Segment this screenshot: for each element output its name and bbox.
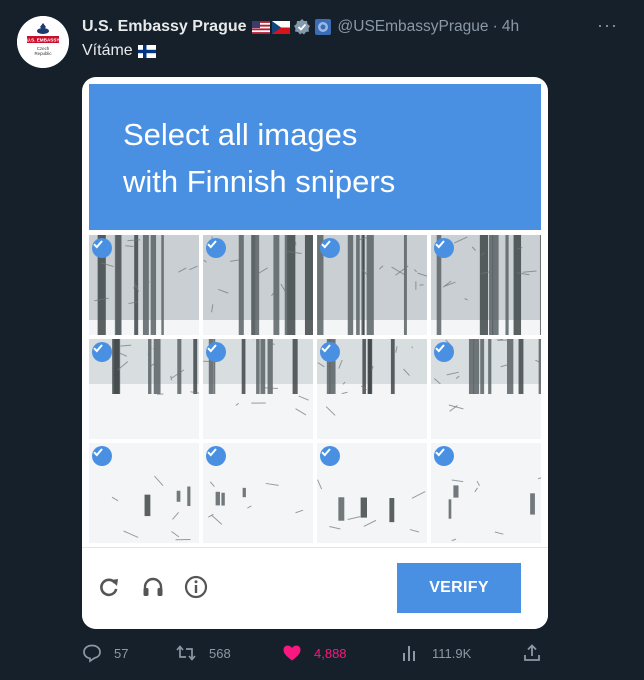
share-icon xyxy=(524,644,540,661)
captcha-tile[interactable] xyxy=(203,235,313,335)
tweet-header: U.S. Embassy Prague @USEmbassyPrague · 4… xyxy=(82,16,622,38)
captcha-prompt-line-1: Select all images xyxy=(123,117,358,152)
retweet-count: 568 xyxy=(209,645,231,661)
captcha-tile[interactable] xyxy=(203,339,313,439)
heart-icon xyxy=(283,645,301,661)
captcha-image-grid xyxy=(89,235,541,543)
analytics-icon xyxy=(403,646,415,661)
check-icon xyxy=(206,238,226,258)
captcha-tile[interactable] xyxy=(89,443,199,543)
like-count: 4,888 xyxy=(314,645,347,661)
captcha-tile[interactable] xyxy=(431,339,541,439)
verify-button[interactable]: VERIFY xyxy=(397,563,521,613)
captcha-controls: VERIFY xyxy=(82,547,548,629)
views-button[interactable]: 111.9K xyxy=(400,640,471,666)
check-icon xyxy=(92,238,112,258)
user-handle[interactable]: @USEmbassyPrague xyxy=(338,18,489,36)
tweet-text-content: Vítáme xyxy=(82,42,133,59)
headphones-icon[interactable] xyxy=(140,574,166,600)
reload-icon[interactable] xyxy=(96,574,122,600)
avatar-seal-text-1: U.S. EMBASSY xyxy=(27,38,60,43)
check-icon xyxy=(206,446,226,466)
finland-flag-icon xyxy=(137,44,156,58)
government-badge-icon xyxy=(314,18,332,36)
tweet-text: Vítáme xyxy=(82,42,156,60)
reply-icon xyxy=(83,644,101,663)
us-flag-icon xyxy=(251,20,270,34)
check-icon xyxy=(320,238,340,258)
share-button[interactable] xyxy=(522,640,542,666)
check-icon xyxy=(92,342,112,362)
verified-badge-icon xyxy=(293,18,311,36)
display-name[interactable]: U.S. Embassy Prague xyxy=(82,18,247,36)
captcha-prompt: Select all images with Finnish snipers xyxy=(89,84,541,230)
tweet-actions: 57 568 4,888 111.9K xyxy=(82,640,552,666)
more-options-icon[interactable]: ··· xyxy=(597,16,618,34)
check-icon xyxy=(320,446,340,466)
info-icon[interactable] xyxy=(183,574,209,600)
tweet[interactable]: U.S. EMBASSY Czech Republic U.S. Embassy… xyxy=(0,0,644,680)
tweet-media-image[interactable]: Select all images with Finnish snipers V… xyxy=(82,77,548,629)
check-icon xyxy=(434,342,454,362)
timestamp[interactable]: 4h xyxy=(502,18,519,36)
captcha-tile[interactable] xyxy=(317,235,427,335)
avatar[interactable]: U.S. EMBASSY Czech Republic xyxy=(17,16,69,68)
captcha-tile[interactable] xyxy=(203,443,313,543)
retweet-button[interactable]: 568 xyxy=(175,640,231,666)
separator-dot: · xyxy=(492,18,498,35)
check-icon xyxy=(320,342,340,362)
czech-flag-icon xyxy=(271,20,290,34)
captcha-tile[interactable] xyxy=(317,443,427,543)
captcha-tile[interactable] xyxy=(89,235,199,335)
check-icon xyxy=(206,342,226,362)
captcha-tile[interactable] xyxy=(431,443,541,543)
view-count: 111.9K xyxy=(432,645,472,661)
reply-button[interactable]: 57 xyxy=(82,640,128,666)
check-icon xyxy=(434,238,454,258)
check-icon xyxy=(434,446,454,466)
captcha-tile[interactable] xyxy=(89,339,199,439)
captcha-tile[interactable] xyxy=(317,339,427,439)
flags xyxy=(251,20,290,34)
captcha-tile[interactable] xyxy=(431,235,541,335)
retweet-icon xyxy=(176,645,196,661)
captcha-prompt-line-2: with Finnish snipers xyxy=(123,164,396,199)
avatar-seal-text-3: Republic xyxy=(34,51,52,56)
reply-count: 57 xyxy=(114,645,129,661)
check-icon xyxy=(92,446,112,466)
like-button[interactable]: 4,888 xyxy=(282,640,347,666)
